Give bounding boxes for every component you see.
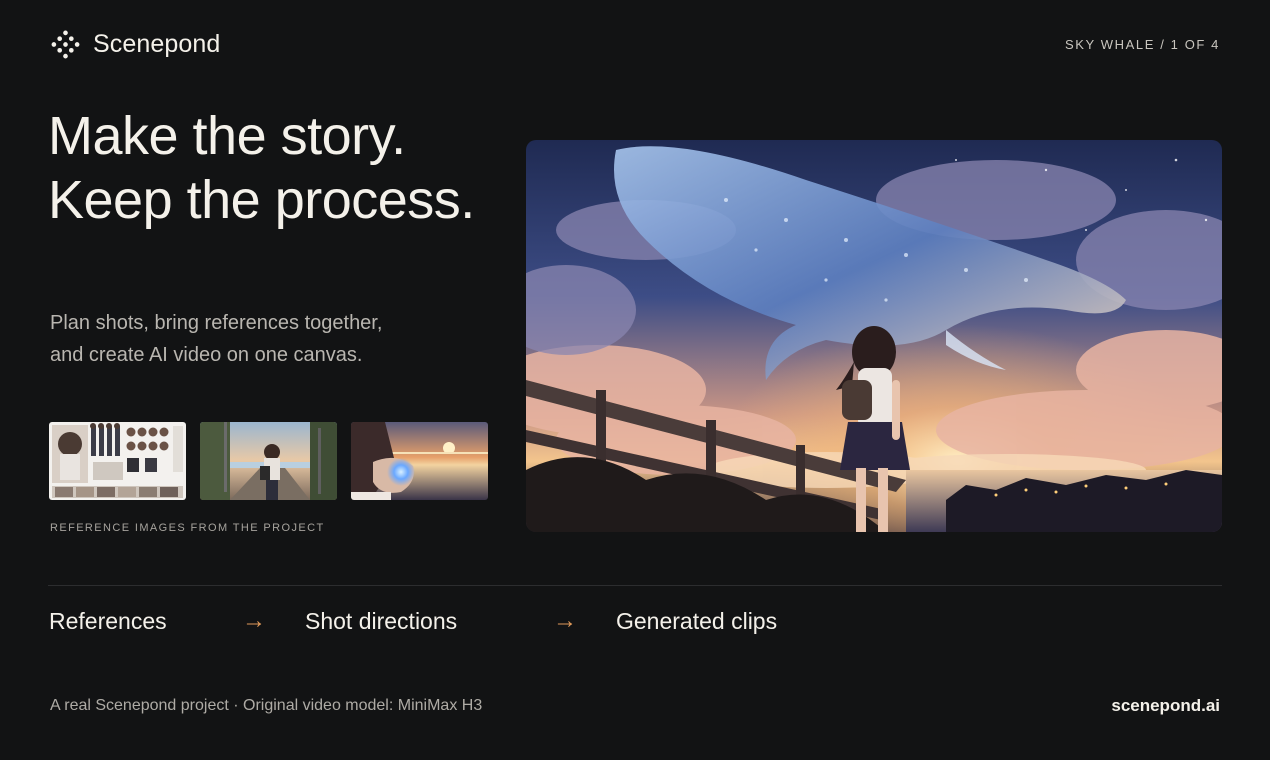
reference-thumbnail-character-sheet[interactable]	[49, 422, 186, 500]
website-link[interactable]: scenepond.ai	[1111, 696, 1220, 716]
headline: Make the story. Keep the process.	[48, 104, 528, 232]
section-divider	[48, 585, 1222, 586]
flow-step-references: References	[49, 608, 167, 634]
reference-thumbnails	[49, 422, 488, 500]
reference-thumbnail-sunset-hands[interactable]	[351, 422, 488, 500]
arrow-right-icon: →	[242, 607, 266, 634]
reference-thumbnail-street-scene[interactable]	[200, 422, 337, 500]
brand[interactable]: Scenepond	[50, 29, 220, 60]
headline-line-1: Make the story.	[48, 106, 406, 166]
subtitle-line-1: Plan shots, bring references together,	[50, 312, 383, 334]
headline-line-2: Keep the process.	[48, 170, 475, 230]
subtitle-line-2: and create AI video on one canvas.	[50, 344, 363, 366]
subtitle: Plan shots, bring references together, a…	[50, 307, 470, 371]
flow-step-generated-clips: Generated clips	[616, 608, 778, 634]
footer-note: A real Scenepond project · Original vide…	[50, 697, 483, 714]
hero-image	[526, 140, 1222, 532]
arrow-right-icon: →	[553, 607, 577, 634]
dot-grid-logo-icon	[51, 30, 80, 59]
thumbnails-caption: REFERENCE IMAGES FROM THE PROJECT	[50, 522, 325, 534]
workflow-steps: References → Shot directions → Generated…	[49, 605, 1049, 637]
flow-step-shot-directions: Shot directions	[305, 608, 458, 634]
brand-name: Scenepond	[93, 30, 221, 58]
slide-counter: SKY WHALE / 1 OF 4	[1065, 37, 1220, 52]
page: Scenepond SKY WHALE / 1 OF 4 Make the st…	[0, 0, 1270, 760]
